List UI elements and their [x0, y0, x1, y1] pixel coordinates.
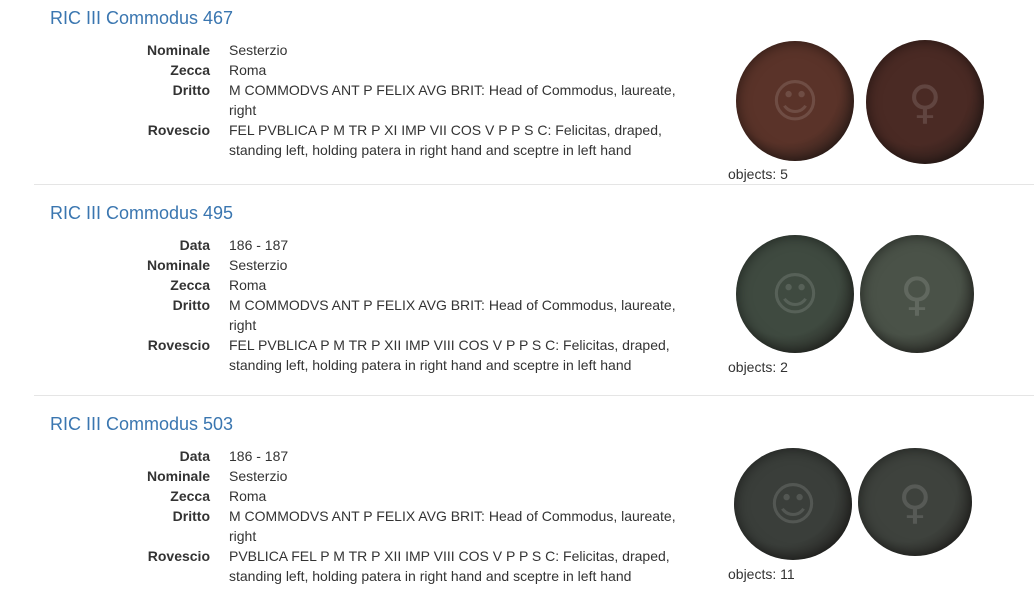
- field-row: Dritto M COMMODVS ANT P FELIX AVG BRIT: H…: [60, 80, 700, 120]
- standing-figure-icon: ♀: [908, 75, 942, 129]
- field-label: Nominale: [146, 42, 210, 58]
- field-row: Data 186 - 187: [60, 446, 700, 466]
- field-label: Dritto: [172, 82, 210, 98]
- coin-image-pair[interactable]: ☺ ♀: [728, 448, 998, 574]
- objects-count: objects: 2: [728, 359, 788, 375]
- field-label: Rovescio: [147, 122, 210, 138]
- result-fields: Nominale Sesterzio Zecca Roma Dritto M COMM…: [60, 40, 700, 160]
- field-label: Dritto: [172, 297, 210, 313]
- field-value: Roma: [229, 277, 267, 293]
- coin-images[interactable]: ☺ ♀: [728, 38, 998, 164]
- result-item: RIC III Commodus 467 Nominale Sesterzio Z…: [0, 0, 1034, 185]
- field-value: Sesterzio: [229, 257, 288, 273]
- result-title-link[interactable]: RIC III Commodus 495: [50, 203, 233, 224]
- field-label: Nominale: [146, 257, 210, 273]
- field-row: Dritto M COMMODVS ANT P FELIX AVG BRIT: H…: [60, 506, 700, 546]
- laureate-head-icon: ☺: [771, 267, 819, 321]
- laureate-head-icon: ☺: [771, 74, 819, 128]
- result-item: RIC III Commodus 495 Data 186 - 187 Nomin…: [0, 185, 1034, 396]
- coin-image-pair[interactable]: ☺ ♀: [728, 38, 998, 164]
- field-value: Sesterzio: [229, 42, 288, 58]
- result-title-link[interactable]: RIC III Commodus 503: [50, 414, 233, 435]
- field-value: M COMMODVS ANT P FELIX AVG BRIT: Head of…: [229, 82, 676, 118]
- field-value: Sesterzio: [229, 468, 288, 484]
- field-label: Rovescio: [147, 337, 210, 353]
- coin-obverse-image[interactable]: ☺: [736, 41, 854, 161]
- field-value: M COMMODVS ANT P FELIX AVG BRIT: Head of…: [229, 297, 676, 333]
- result-fields: Data 186 - 187 Nominale Sesterzio Zecca Rom…: [60, 446, 700, 586]
- field-row: Nominale Sesterzio: [60, 466, 700, 486]
- field-label: Dritto: [172, 508, 210, 524]
- field-label: Zecca: [170, 488, 210, 504]
- field-label: Rovescio: [147, 548, 210, 564]
- field-value: FEL PVBLICA P M TR P XII IMP VIII COS V …: [229, 337, 670, 373]
- field-row: Zecca Roma: [60, 275, 700, 295]
- objects-count: objects: 5: [728, 166, 788, 182]
- field-row: Rovescio FEL PVBLICA P M TR P XI IMP VII …: [60, 120, 700, 160]
- field-row: Zecca Roma: [60, 486, 700, 506]
- field-label: Data: [179, 448, 210, 464]
- coin-reverse-image[interactable]: ♀: [860, 235, 974, 353]
- objects-count: objects: 11: [728, 566, 795, 582]
- result-fields: Data 186 - 187 Nominale Sesterzio Zecca Rom…: [60, 235, 700, 375]
- field-value: FEL PVBLICA P M TR P XI IMP VII COS V P …: [229, 122, 662, 158]
- field-row: Rovescio PVBLICA FEL P M TR P XII IMP VII…: [60, 546, 700, 586]
- coin-images[interactable]: ☺ ♀: [728, 235, 998, 361]
- field-row: Data 186 - 187: [60, 235, 700, 255]
- result-title-link[interactable]: RIC III Commodus 467: [50, 8, 233, 29]
- field-row: Nominale Sesterzio: [60, 40, 700, 60]
- field-row: Nominale Sesterzio: [60, 255, 700, 275]
- field-value: 186 - 187: [229, 237, 289, 253]
- coin-obverse-image[interactable]: ☺: [734, 448, 852, 560]
- result-item: RIC III Commodus 503 Data 186 - 187 Nomin…: [0, 396, 1034, 606]
- field-value: M COMMODVS ANT P FELIX AVG BRIT: Head of…: [229, 508, 676, 544]
- field-row: Rovescio FEL PVBLICA P M TR P XII IMP VII…: [60, 335, 700, 375]
- field-label: Zecca: [170, 62, 210, 78]
- field-row: Zecca Roma: [60, 60, 700, 80]
- field-label: Zecca: [170, 277, 210, 293]
- standing-figure-icon: ♀: [900, 267, 934, 321]
- coin-image-pair[interactable]: ☺ ♀: [728, 235, 998, 361]
- laureate-head-icon: ☺: [769, 477, 817, 531]
- coin-reverse-image[interactable]: ♀: [866, 40, 984, 164]
- coin-obverse-image[interactable]: ☺: [736, 235, 854, 353]
- coin-images[interactable]: ☺ ♀: [728, 448, 998, 574]
- field-value: Roma: [229, 488, 267, 504]
- standing-figure-icon: ♀: [898, 475, 932, 529]
- field-value: 186 - 187: [229, 448, 289, 464]
- field-label: Data: [179, 237, 210, 253]
- coin-reverse-image[interactable]: ♀: [858, 448, 972, 556]
- field-value: PVBLICA FEL P M TR P XII IMP VIII COS V …: [229, 548, 670, 584]
- field-row: Dritto M COMMODVS ANT P FELIX AVG BRIT: H…: [60, 295, 700, 335]
- field-label: Nominale: [146, 468, 210, 484]
- field-value: Roma: [229, 62, 267, 78]
